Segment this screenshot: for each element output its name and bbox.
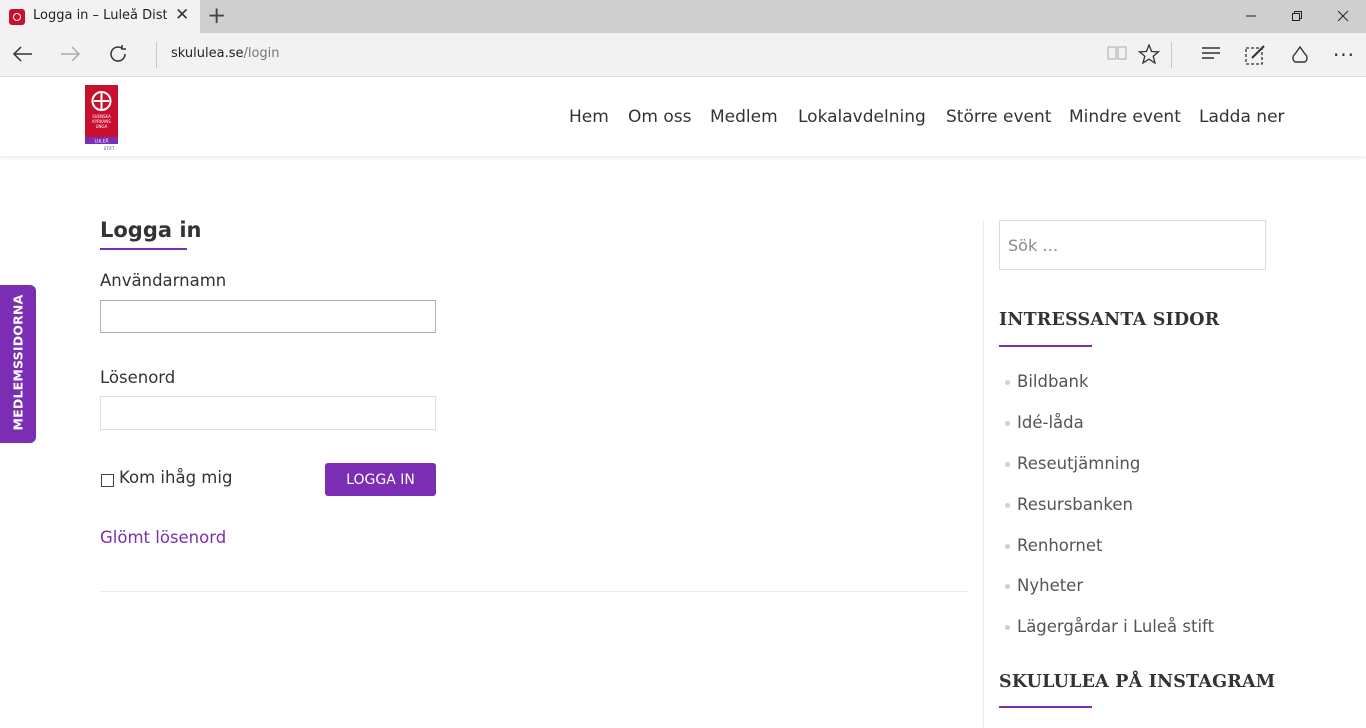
username-input[interactable]: [100, 300, 436, 333]
username-label: Användarnamn: [100, 271, 227, 290]
hub-icon[interactable]: [1199, 44, 1223, 66]
tab-title: Logga in – Luleå Distrikt: [33, 8, 167, 23]
list-bullet: [1005, 584, 1010, 589]
browser-tab-strip: [0, 0, 1366, 33]
url-path: /login: [243, 46, 280, 61]
search-input[interactable]: [999, 220, 1266, 270]
sidebar-link-bildbank[interactable]: Bildbank: [1017, 372, 1089, 391]
list-bullet: [1005, 462, 1010, 467]
nav-mindre-event[interactable]: Mindre event: [1069, 107, 1181, 127]
sidebar-link-lagergardar[interactable]: Lägergårdar i Luleå stift: [1017, 617, 1214, 636]
interesting-pages-title: INTRESSANTA SIDOR: [999, 310, 1220, 330]
sidebar-link-reseutjamning[interactable]: Reseutjämning: [1017, 454, 1140, 473]
list-bullet: [1005, 625, 1010, 630]
svg-text:LULEÅ: LULEÅ: [94, 138, 109, 145]
sidebar-link-nyheter[interactable]: Nyheter: [1017, 576, 1083, 595]
restore-icon[interactable]: [1274, 5, 1320, 26]
address-separator: [156, 42, 157, 68]
title-underline: [100, 248, 187, 250]
login-title: Logga in: [100, 218, 202, 242]
tab-close-icon[interactable]: ✕: [175, 5, 189, 25]
list-bullet: [1005, 503, 1010, 508]
password-input[interactable]: [100, 396, 436, 430]
list-bullet: [1005, 421, 1010, 426]
url-host: skululea.se: [171, 46, 244, 61]
list-bullet: [1005, 380, 1010, 385]
sidebar-divider: [983, 220, 984, 728]
password-label: Lösenord: [100, 368, 176, 387]
favorite-star-icon[interactable]: [1137, 43, 1161, 66]
nav-om-oss[interactable]: Om oss: [628, 107, 691, 127]
nav-medlem[interactable]: Medlem: [710, 107, 778, 127]
site-logo[interactable]: SVENSKA KYRKANS UNGA LULEÅ STIFT: [85, 85, 118, 151]
close-window-icon[interactable]: [1320, 5, 1366, 26]
remember-me-label: Kom ihåg mig: [119, 468, 233, 487]
nav-ladda-ner[interactable]: Ladda ner: [1199, 107, 1285, 127]
svg-text:UNGA: UNGA: [96, 124, 108, 129]
nav-storre-event[interactable]: Större event: [946, 107, 1051, 127]
url-field[interactable]: skululea.se/login: [171, 46, 280, 61]
refresh-icon[interactable]: [106, 42, 130, 72]
login-button[interactable]: LOGGA IN: [325, 463, 436, 496]
back-arrow-icon[interactable]: [11, 42, 35, 72]
share-icon[interactable]: [1288, 44, 1312, 66]
forgot-password-link[interactable]: Glömt lösenord: [100, 528, 226, 547]
more-menu-icon[interactable]: ···: [1332, 44, 1356, 66]
widget-title-underline: [999, 345, 1092, 347]
instagram-title: SKULULEA PÅ INSTAGRAM: [999, 672, 1276, 692]
toolbar-separator: [1171, 42, 1172, 68]
widget-title-underline: [999, 706, 1092, 708]
nav-hem[interactable]: Hem: [569, 107, 609, 127]
member-pages-tab-label: MEDLEMSSIDORNA: [10, 294, 26, 431]
tab-favicon-icon: [9, 9, 25, 25]
web-note-icon[interactable]: [1243, 44, 1267, 66]
svg-text:STIFT: STIFT: [104, 146, 115, 151]
sidebar-link-resursbanken[interactable]: Resursbanken: [1017, 495, 1133, 514]
content-divider: [100, 591, 968, 592]
new-tab-icon[interactable]: +: [207, 2, 226, 30]
nav-lokalavdelning[interactable]: Lokalavdelning: [798, 107, 926, 127]
forward-arrow-icon[interactable]: [58, 42, 82, 72]
minimize-icon[interactable]: [1228, 5, 1274, 26]
sidebar-link-ide-lada[interactable]: Idé-låda: [1017, 413, 1084, 432]
remember-me-checkbox[interactable]: [101, 474, 114, 487]
reading-view-icon[interactable]: [1105, 44, 1129, 66]
sidebar-link-renhornet[interactable]: Renhornet: [1017, 536, 1102, 555]
list-bullet: [1005, 544, 1010, 549]
